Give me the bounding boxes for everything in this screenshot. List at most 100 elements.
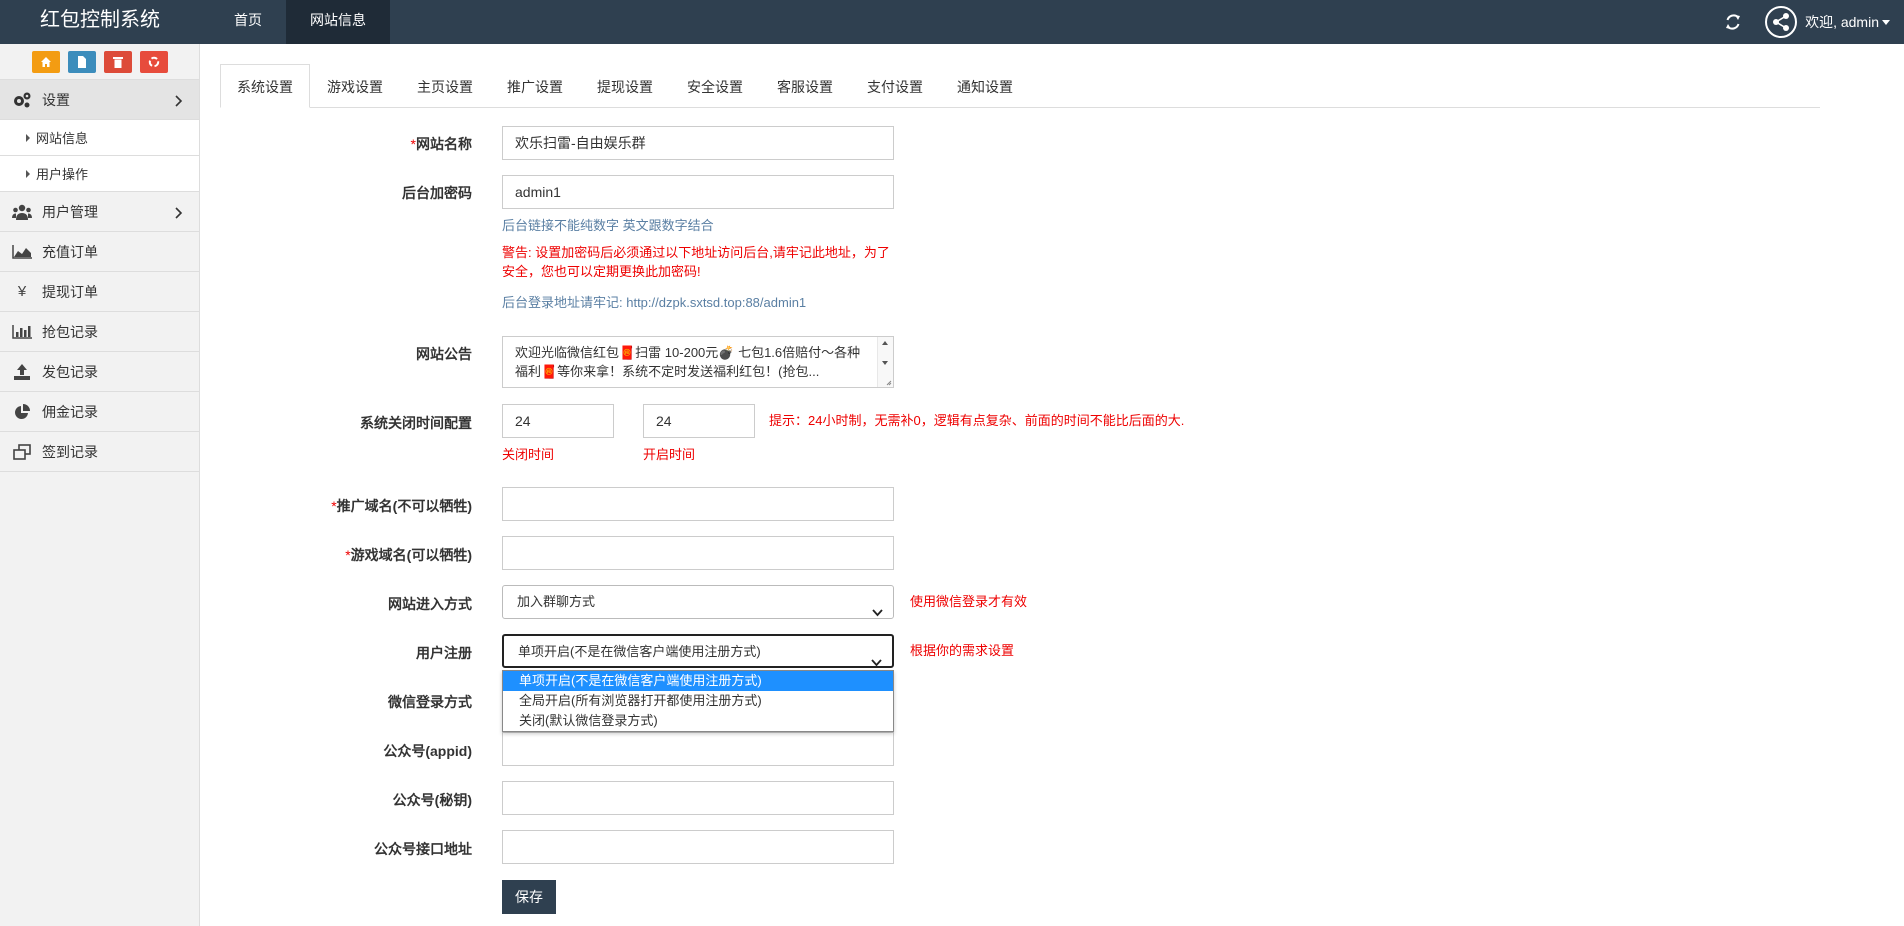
site-name-input[interactable] (502, 126, 894, 160)
close-time-label: 系统关闭时间配置 (360, 415, 472, 431)
sidebar-item-commission-records[interactable]: 佣金记录 (0, 392, 199, 432)
nav-site-info[interactable]: 网站信息 (286, 0, 390, 44)
announcement-textarea[interactable]: 欢迎光临微信红包🧧扫雷 10-200元💣 七包1.6倍赔付～各种福利🧧等你来拿！… (502, 336, 894, 388)
clone-icon (12, 443, 32, 461)
tab-security-settings[interactable]: 安全设置 (670, 64, 760, 108)
user-menu[interactable]: 欢迎, admin (1805, 12, 1890, 32)
tab-notify-settings[interactable]: 通知设置 (940, 64, 1030, 108)
sidebar-item-label: 用户管理 (42, 203, 98, 220)
sidebar-item-label: 提现订单 (42, 283, 98, 300)
site-name-label-text: 网站名称 (416, 136, 472, 152)
close-time-tip: 提示：24小时制，无需补0，逻辑有点复杂、前面的时间不能比后面的大. (769, 413, 1185, 428)
tab-homepage-settings[interactable]: 主页设置 (400, 64, 490, 108)
sidebar-subitem-label: 用户操作 (36, 167, 89, 182)
admin-code-input[interactable] (502, 175, 894, 209)
promo-domain-label: *推广域名(不可以牺牲) (200, 496, 472, 516)
game-domain-label-text: 游戏域名(可以牺牲) (350, 547, 472, 563)
sidebar-item-grab-records[interactable]: 抢包记录 (0, 312, 199, 352)
announcement-text: 欢迎光临微信红包🧧扫雷 10-200元💣 七包1.6倍赔付～各种福利🧧等你来拿！… (515, 345, 861, 379)
sidebar-item-settings[interactable]: 设置 (0, 80, 199, 120)
appid-label: 公众号(appid) (383, 743, 472, 759)
trash-icon[interactable] (103, 50, 132, 73)
file-icon[interactable] (67, 50, 96, 73)
game-domain-label: *游戏域名(可以牺牲) (200, 545, 472, 565)
secret-input[interactable] (502, 781, 894, 815)
promo-domain-input[interactable] (502, 487, 894, 521)
sidebar-item-send-records[interactable]: 发包记录 (0, 352, 199, 392)
home-icon[interactable] (31, 50, 60, 73)
wechat-login-label: 微信登录方式 (388, 694, 472, 710)
api-url-input[interactable] (502, 830, 894, 864)
sidebar-subitem-user-ops[interactable]: 用户操作 (0, 156, 199, 192)
sidebar-item-withdraw-orders[interactable]: ¥ 提现订单 (0, 272, 199, 312)
refresh-icon[interactable] (1723, 12, 1743, 32)
app-title: 红包控制系统 (40, 9, 160, 31)
sidebar-subitem-site-info[interactable]: 网站信息 (0, 120, 199, 156)
registration-dropdown: 单项开启(不是在微信客户端使用注册方式) 全局开启(所有浏览器打开都使用注册方式… (502, 670, 894, 732)
users-icon (12, 203, 32, 221)
chevron-right-icon (175, 94, 183, 110)
admin-login-address: 后台登录地址请牢记: http://dzpk.sxtsd.top:88/admi… (502, 295, 807, 310)
nav-home[interactable]: 首页 (210, 0, 286, 44)
registration-label: 用户注册 (416, 645, 472, 661)
tab-payment-settings[interactable]: 支付设置 (850, 64, 940, 108)
textarea-scrollbar[interactable] (877, 337, 893, 387)
recycle-icon[interactable] (139, 50, 168, 73)
chevron-right-icon (175, 206, 183, 222)
secret-label: 公众号(秘钥) (392, 792, 472, 808)
entry-mode-label: 网站进入方式 (388, 596, 472, 612)
area-chart-icon (12, 243, 32, 261)
close-time-caption: 关闭时间 (502, 447, 555, 462)
site-name-label: *网站名称 (200, 134, 472, 154)
registration-hint: 根据你的需求设置 (910, 643, 1015, 658)
admin-code-label: 后台加密码 (402, 185, 472, 201)
quick-actions (0, 44, 199, 80)
promo-domain-label-text: 推广域名(不可以牺牲) (336, 498, 472, 514)
open-time-input[interactable] (643, 404, 755, 438)
admin-code-hint: 后台链接不能纯数字 英文跟数字结合 (502, 218, 714, 233)
tab-promo-settings[interactable]: 推广设置 (490, 64, 580, 108)
upload-icon (12, 363, 32, 381)
open-time-caption: 开启时间 (643, 447, 696, 462)
sidebar-item-user-management[interactable]: 用户管理 (0, 192, 199, 232)
registration-select[interactable]: 单项开启(不是在微信客户端使用注册方式) (502, 634, 894, 668)
registration-value: 单项开启(不是在微信客户端使用注册方式) (518, 644, 761, 659)
sidebar-subitem-label: 网站信息 (36, 131, 89, 146)
settings-tabs: 系统设置 游戏设置 主页设置 推广设置 提现设置 安全设置 客服设置 支付设置 … (220, 64, 1820, 108)
registration-option[interactable]: 单项开启(不是在微信客户端使用注册方式) (503, 671, 893, 691)
sidebar-item-label: 抢包记录 (42, 323, 98, 340)
entry-mode-value: 加入群聊方式 (517, 594, 596, 609)
game-domain-input[interactable] (502, 536, 894, 570)
announcement-label: 网站公告 (416, 346, 472, 362)
sidebar-item-recharge-orders[interactable]: 充值订单 (0, 232, 199, 272)
sidebar-item-checkin-records[interactable]: 签到记录 (0, 432, 199, 472)
registration-option[interactable]: 关闭(默认微信登录方式) (503, 711, 893, 731)
tab-system-settings[interactable]: 系统设置 (220, 64, 310, 108)
caret-down-icon (1882, 20, 1890, 25)
bar-chart-icon (12, 323, 32, 341)
caret-right-icon (26, 133, 30, 142)
api-url-label: 公众号接口地址 (374, 841, 472, 857)
welcome-text: 欢迎, admin (1805, 14, 1879, 30)
save-button[interactable]: 保存 (502, 880, 556, 914)
registration-option[interactable]: 全局开启(所有浏览器打开都使用注册方式) (503, 691, 893, 711)
sidebar-item-label: 佣金记录 (42, 403, 98, 420)
yen-icon: ¥ (17, 283, 27, 300)
gears-icon (12, 91, 32, 109)
entry-mode-hint: 使用微信登录才有效 (910, 594, 1028, 609)
top-nav: 首页 网站信息 (210, 0, 390, 44)
appid-input[interactable] (502, 732, 894, 766)
user-area: 欢迎, admin (1723, 0, 1890, 44)
close-time-input[interactable] (502, 404, 614, 438)
avatar[interactable] (1765, 6, 1798, 38)
tab-service-settings[interactable]: 客服设置 (760, 64, 850, 108)
sidebar-item-label: 发包记录 (42, 363, 98, 380)
top-bar: 红包控制系统 首页 网站信息 欢迎, admin (0, 0, 1904, 44)
sidebar-item-label: 充值订单 (42, 243, 98, 260)
sidebar-item-label: 设置 (42, 91, 70, 108)
entry-mode-select[interactable]: 加入群聊方式 (502, 585, 894, 619)
sidebar-item-label: 签到记录 (42, 443, 98, 460)
admin-code-warning: 警告: 设置加密码后必须通过以下地址访问后台,请牢记此地址，为了安全，您也可以定… (502, 245, 890, 279)
tab-withdraw-settings[interactable]: 提现设置 (580, 64, 670, 108)
tab-game-settings[interactable]: 游戏设置 (310, 64, 400, 108)
